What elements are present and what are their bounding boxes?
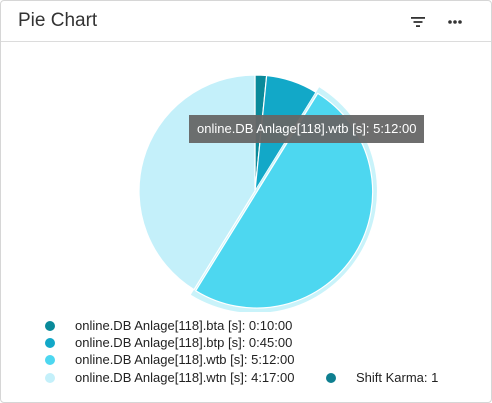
legend-label: Shift Karma: 1 <box>356 370 439 385</box>
legend-item-btp[interactable]: online.DB Anlage[118].btp [s]: 0:45:00 <box>45 334 292 351</box>
chart-tooltip: online.DB Anlage[118].wtb [s]: 5:12:00 <box>189 115 425 143</box>
legend-item-wtb[interactable]: online.DB Anlage[118].wtb [s]: 5:12:00 <box>45 351 294 368</box>
legend-label: online.DB Anlage[118].btp [s]: 0:45:00 <box>75 335 293 350</box>
legend-swatch <box>45 372 55 383</box>
legend-swatch <box>45 354 55 365</box>
chart-area <box>1 42 491 313</box>
legend-label: online.DB Anlage[118].wtb [s]: 5:12:00 <box>75 352 295 367</box>
legend-swatch <box>45 320 55 331</box>
panel-header: Pie Chart <box>1 1 491 42</box>
pie-chart-panel: Pie Chart online.DB Anlage[118].wtb [s]:… <box>0 0 492 403</box>
legend-item-bta[interactable]: online.DB Anlage[118].bta [s]: 0:10:00 <box>45 317 292 334</box>
panel-title: Pie Chart <box>18 10 98 31</box>
more-horizontal-icon <box>448 20 462 24</box>
filter-icon <box>411 17 425 27</box>
legend-label: online.DB Anlage[118].bta [s]: 0:10:00 <box>75 318 293 333</box>
filter-button[interactable] <box>405 9 431 35</box>
pie-chart <box>138 74 377 313</box>
chart-legend: online.DB Anlage[118].bta [s]: 0:10:00 o… <box>1 313 491 398</box>
legend-item-wtn[interactable]: online.DB Anlage[118].wtn [s]: 4:17:00 <box>45 369 294 386</box>
legend-swatch <box>45 337 55 348</box>
legend-swatch <box>326 372 336 383</box>
legend-label: online.DB Anlage[118].wtn [s]: 4:17:00 <box>75 370 295 385</box>
more-options-button[interactable] <box>442 9 468 35</box>
legend-item-shift-karma[interactable]: Shift Karma: 1 <box>326 369 438 386</box>
